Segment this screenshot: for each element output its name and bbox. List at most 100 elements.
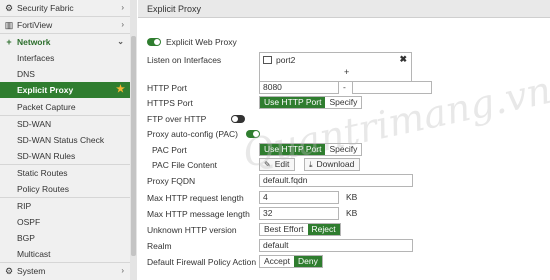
reject-option[interactable]: Reject [307,224,340,235]
pac-specify-option[interactable]: Specify [325,144,361,155]
max-message-length-label: Max HTTP message length [147,209,250,219]
sidebar-item-static-routes[interactable]: Static Routes [0,165,130,181]
listen-on-interfaces-label: Listen on Interfaces [147,55,222,65]
edit-button-label: Edit [274,159,290,169]
page-title: Explicit Proxy [147,4,202,14]
sidebar-item-label: Security Fabric [17,3,74,13]
deny-option[interactable]: Deny [294,256,322,267]
chevron-right-icon: › [121,3,124,12]
realm-label: Realm [147,241,172,251]
port-icon [263,56,272,64]
sidebar-item-label: DNS [17,69,35,79]
chevron-right-icon: › [121,266,124,275]
sidebar-item-sd-wan-rules[interactable]: SD-WAN Rules [0,148,130,164]
http-port-label: HTTP Port [147,83,187,93]
sidebar-item-security-fabric[interactable]: ⚙ Security Fabric › [0,0,130,16]
https-use-http-port-option[interactable]: Use HTTP Port [260,97,326,108]
max-message-length-input[interactable]: 32 [259,207,339,220]
sidebar-item-rip[interactable]: RIP [0,198,130,214]
pac-port-selector: Use HTTP Port Specify [259,143,363,156]
sidebar-item-label: System [17,266,46,276]
chart-icon: ▥ [4,20,14,30]
main-content: Explicit Web Proxy Listen on Interfaces … [138,19,550,280]
sidebar-item-label: Network [17,37,51,47]
chevron-down-icon: ⌄ [117,37,124,46]
scrollbar-thumb[interactable] [131,36,136,256]
sidebar-item-label: SD-WAN [17,119,52,129]
sidebar-item-label: Multicast [17,249,51,259]
sidebar-item-sd-wan-status-check[interactable]: SD-WAN Status Check [0,132,130,148]
remove-icon[interactable]: ✖ [399,54,407,65]
sidebar-item-fortiview[interactable]: ▥ FortiView › [0,17,130,33]
gear-icon: ⚙ [4,266,14,276]
https-specify-option[interactable]: Specify [325,97,361,108]
message-length-unit: KB [346,208,358,218]
sidebar-item-label: Policy Routes [17,184,69,194]
http-port-end-input[interactable] [352,81,432,94]
explicit-web-proxy-label: Explicit Web Proxy [166,37,237,47]
page-header: Explicit Proxy [138,0,550,18]
sidebar-item-sd-wan[interactable]: SD-WAN [0,116,130,132]
toggle-knob [253,131,259,137]
request-length-unit: KB [346,192,358,202]
download-icon: ⤓ [309,160,313,169]
pac-use-http-port-option[interactable]: Use HTTP Port [260,144,326,155]
unknown-http-version-label: Unknown HTTP version [147,225,237,235]
plus-icon: + [6,37,12,47]
https-port-selector: Use HTTP Port Specify [259,96,363,109]
edit-button[interactable]: ✎ Edit [259,158,296,171]
sidebar-item-ospf[interactable]: OSPF [0,214,130,230]
sidebar-item-label: Explicit Proxy [17,85,74,95]
default-firewall-action-label: Default Firewall Policy Action [147,257,257,267]
unknown-http-version-selector: Best Effort Reject [259,223,341,236]
default-firewall-action-selector: Accept Deny [259,255,323,268]
toggle-knob [154,39,160,45]
best-effort-option[interactable]: Best Effort [260,224,308,235]
pac-toggle[interactable] [246,130,260,138]
sidebar-item-label: RIP [17,201,32,211]
sidebar-item-label: SD-WAN Status Check [17,135,105,145]
chevron-right-icon: › [121,20,124,29]
interfaces-field[interactable]: port2 ✖ + [259,52,412,82]
ftp-over-http-label: FTP over HTTP [147,114,207,124]
sidebar-item-label: FortiView [17,20,53,30]
port-range-dash: - [343,82,346,92]
add-interface-icon[interactable]: + [344,67,349,77]
realm-input[interactable]: default [259,239,413,252]
sidebar-item-label: Interfaces [17,53,55,63]
sidebar-item-policy-routes[interactable]: Policy Routes [0,181,130,197]
pac-file-content-label: PAC File Content [152,160,218,170]
security-fabric-icon: ⚙ [4,3,14,13]
explicit-web-proxy-toggle[interactable] [147,38,161,46]
sidebar-item-bgp[interactable]: BGP [0,230,130,246]
sidebar-item-multicast[interactable]: Multicast [0,246,130,262]
http-port-input[interactable]: 8080 [259,81,339,94]
toggle-knob [232,116,238,122]
download-button[interactable]: ⤓ Download [304,158,361,171]
max-request-length-label: Max HTTP request length [147,193,244,203]
pencil-icon: ✎ [264,160,271,169]
max-request-length-input[interactable]: 4 [259,191,339,204]
sidebar-item-label: BGP [17,233,35,243]
sidebar-item-interfaces[interactable]: Interfaces [0,50,130,66]
sidebar-item-dns[interactable]: DNS [0,66,130,82]
star-icon[interactable]: ★ [116,82,125,98]
sidebar-item-label: OSPF [17,217,41,227]
sidebar-item-label: Packet Capture [17,102,76,112]
ftp-over-http-toggle[interactable] [231,115,245,123]
pac-port-label: PAC Port [152,145,187,155]
https-port-label: HTTPS Port [147,98,193,108]
proxy-fqdn-input[interactable]: default.fqdn [259,174,413,187]
sidebar: ⚙ Security Fabric › ▥ FortiView › + Netw… [0,0,137,280]
sidebar-item-system[interactable]: ⚙ System › [0,263,130,279]
download-button-label: Download [316,159,355,169]
accept-option[interactable]: Accept [260,256,294,267]
pac-label: Proxy auto-config (PAC) [147,129,239,139]
sidebar-scrollbar[interactable] [130,0,137,280]
sidebar-item-network[interactable]: + Network ⌄ [0,34,130,50]
sidebar-item-packet-capture[interactable]: Packet Capture [0,99,130,115]
proxy-fqdn-label: Proxy FQDN [147,176,196,186]
sidebar-item-explicit-proxy[interactable]: Explicit Proxy ★ [0,82,130,98]
sidebar-item-label: Static Routes [17,168,68,178]
interface-value: port2 [276,55,296,65]
